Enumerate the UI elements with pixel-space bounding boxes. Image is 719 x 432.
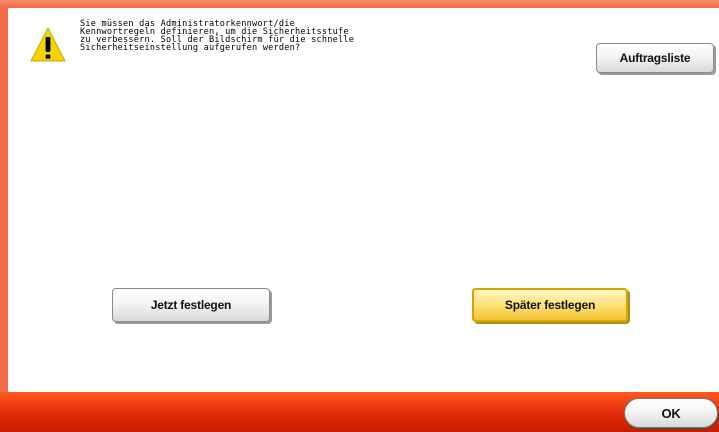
message-line: Sicherheitseinstellung aufgerufen werden… — [80, 43, 301, 53]
set-now-label: Jetzt festlegen — [150, 298, 232, 312]
set-now-button[interactable]: Jetzt festlegen — [112, 288, 270, 322]
top-strip — [0, 0, 719, 8]
ok-label: OK — [661, 405, 681, 421]
warning-icon — [30, 27, 66, 62]
job-list-button[interactable]: Auftragsliste — [596, 43, 714, 73]
job-list-label: Auftragsliste — [619, 51, 691, 65]
set-later-button[interactable]: Später festlegen — [472, 288, 628, 322]
dialog-message: Sie müssen das Administratorkennwort/die… — [80, 20, 480, 53]
bottom-bar — [0, 392, 719, 432]
set-later-label: Später festlegen — [504, 298, 596, 312]
ok-button[interactable]: OK — [624, 398, 718, 428]
